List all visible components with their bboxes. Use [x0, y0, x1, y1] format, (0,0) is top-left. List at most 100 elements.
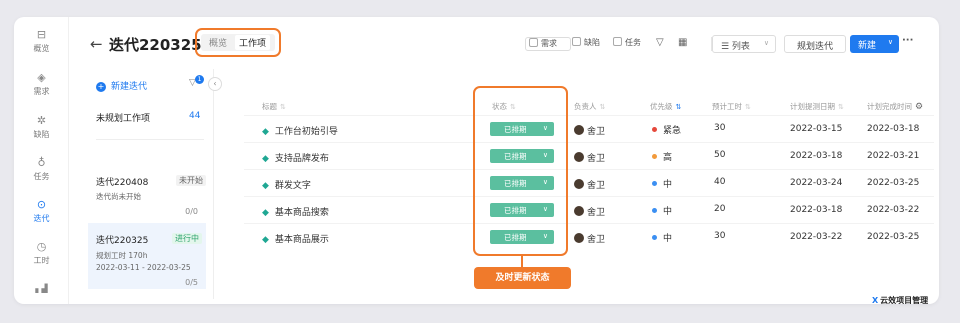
- iteration-count: 0/0: [185, 207, 198, 216]
- iteration-card[interactable]: 迭代220408 未开始 迭代尚未开始 0/0: [88, 161, 206, 219]
- sort-icon: ⇅: [838, 103, 844, 111]
- priority-label: 中: [663, 180, 673, 190]
- plus-icon: +: [96, 82, 106, 92]
- table-settings-icon[interactable]: ▦: [678, 37, 687, 48]
- estimate: 20: [714, 204, 726, 214]
- sort-icon: ⇅: [599, 103, 606, 111]
- nav-tasks[interactable]: ♁ 任务: [14, 157, 69, 182]
- plan-iteration-button[interactable]: 规划迭代: [784, 35, 846, 53]
- brand-name: 云效项目管理: [880, 296, 929, 304]
- col-done-date[interactable]: 计划完成时间 ⚙: [867, 101, 923, 112]
- collapse-panel-icon[interactable]: ‹: [208, 77, 222, 91]
- estimate: 30: [714, 231, 726, 241]
- avatar: [574, 179, 584, 189]
- priority-dot: [652, 127, 657, 132]
- owner: 舍卫: [574, 124, 605, 137]
- owner: 舍卫: [574, 178, 605, 191]
- view-toggle: 概览 工作项: [201, 34, 275, 51]
- funnel-icon[interactable]: ▽: [656, 37, 664, 48]
- nav-overview[interactable]: ⊟ 概览: [14, 29, 69, 54]
- nav-iterations[interactable]: ⊙ 迭代: [14, 199, 69, 224]
- new-iteration-label: 新建迭代: [111, 82, 148, 92]
- status-badge: 未开始: [176, 175, 206, 186]
- view-select[interactable]: ☰ 列表 ∨: [712, 35, 776, 53]
- col-test-date[interactable]: 计划提测日期 ⇅: [790, 101, 844, 112]
- checkbox-icon: [613, 37, 622, 46]
- tab-overview[interactable]: 概览: [209, 36, 227, 49]
- requirement-icon: ◆: [262, 208, 269, 218]
- task-title: ◆ 工作台初始引导: [262, 124, 338, 137]
- test-date: 2022-03-22: [790, 232, 843, 242]
- avatar: [574, 125, 584, 135]
- stats-icon: ▖▟: [35, 284, 48, 293]
- iteration-card-active[interactable]: 迭代220325 进行中 规划工时 170h 2022-03-11 - 2022…: [88, 223, 206, 289]
- app-window: ⊟ 概览 ◈ 需求 ✲ 缺陷 ♁ 任务 ⊙ 迭代 ◷ 工时 ▖▟ ← 迭代220…: [14, 17, 939, 304]
- settings-gear-icon[interactable]: ⚙: [915, 102, 923, 112]
- back-arrow-icon[interactable]: ←: [90, 35, 103, 53]
- divider: [96, 139, 204, 140]
- nav-label: 需求: [33, 87, 50, 96]
- callout-connector: [521, 255, 523, 267]
- priority: 中: [652, 177, 672, 190]
- filter-bugs[interactable]: 缺陷: [569, 37, 615, 51]
- col-title[interactable]: 标题 ⇅: [262, 101, 286, 112]
- filter-requirements[interactable]: 需求: [525, 37, 571, 51]
- sort-icon: ⇅: [675, 103, 682, 111]
- tab-work-items[interactable]: 工作项: [235, 35, 271, 50]
- nav-requirements[interactable]: ◈ 需求: [14, 72, 69, 97]
- divider: [244, 169, 934, 170]
- nav-worktime[interactable]: ◷ 工时: [14, 241, 69, 266]
- checkbox-icon: [529, 38, 538, 47]
- nav-label: 缺陷: [33, 130, 50, 139]
- unplanned-items[interactable]: 未规划工作项: [96, 111, 150, 124]
- iteration-sub: 迭代尚未开始: [96, 192, 141, 201]
- nav-label: 概览: [33, 44, 50, 53]
- owner-name: 舍卫: [587, 208, 606, 218]
- iteration-panel: + 新建迭代 ▽ 1 ‹ 未规划工作项 44 迭代220408 未开始 迭代尚未开…: [84, 69, 222, 299]
- task-title-text: 基本商品搜索: [274, 208, 329, 218]
- new-button[interactable]: 新建 ∨: [850, 35, 899, 53]
- done-date: 2022-03-25: [867, 178, 920, 188]
- col-label: 计划完成时间: [867, 102, 912, 111]
- nav-label: 任务: [33, 172, 50, 181]
- filter-tasks[interactable]: 任务: [610, 37, 656, 51]
- priority: 中: [652, 204, 672, 217]
- filter-label: 缺陷: [584, 38, 600, 47]
- avatar: [574, 233, 584, 243]
- owner: 舍卫: [574, 151, 605, 164]
- checkbox-icon: [572, 37, 581, 46]
- layers-icon: ◈: [37, 71, 46, 84]
- priority-dot: [652, 208, 657, 213]
- more-icon[interactable]: ···: [902, 35, 913, 46]
- brand-x-icon: X: [872, 296, 879, 304]
- col-owner[interactable]: 负责人 ⇅: [574, 101, 605, 112]
- nav-bugs[interactable]: ✲ 缺陷: [14, 115, 69, 140]
- nav-label: 迭代: [33, 214, 50, 223]
- test-date: 2022-03-15: [790, 124, 843, 134]
- col-estimate[interactable]: 预计工时 ⇅: [712, 101, 751, 112]
- done-date: 2022-03-22: [867, 205, 920, 215]
- new-button-label: 新建: [858, 41, 877, 51]
- view-select-label: ☰ 列表: [721, 42, 750, 52]
- task-title-text: 工作台初始引导: [274, 127, 338, 137]
- task-title: ◆ 支持品牌发布: [262, 151, 329, 164]
- iteration-sub: 规划工时 170h: [96, 251, 148, 260]
- divider: [244, 223, 934, 224]
- task-title: ◆ 群发文字: [262, 178, 311, 191]
- priority-label: 中: [663, 207, 673, 217]
- priority: 紧急: [652, 123, 681, 136]
- iteration-count: 0/5: [185, 278, 198, 287]
- task-title: ◆ 基本商品展示: [262, 232, 329, 245]
- owner-name: 舍卫: [587, 235, 606, 245]
- new-iteration-button[interactable]: + 新建迭代: [96, 79, 147, 92]
- priority: 中: [652, 231, 672, 244]
- priority-dot: [652, 181, 657, 186]
- iteration-filter-button[interactable]: ▽ 1: [189, 75, 204, 88]
- side-rail: ⊟ 概览 ◈ 需求 ✲ 缺陷 ♁ 任务 ⊙ 迭代 ◷ 工时 ▖▟: [14, 17, 69, 304]
- col-priority[interactable]: 优先级 ⇅: [650, 101, 681, 112]
- col-label: 计划提测日期: [790, 102, 835, 111]
- bulb-icon: ♁: [37, 156, 46, 169]
- task-title-text: 基本商品展示: [274, 235, 329, 245]
- nav-stats[interactable]: ▖▟: [14, 283, 69, 297]
- status-column-highlight: [473, 86, 568, 256]
